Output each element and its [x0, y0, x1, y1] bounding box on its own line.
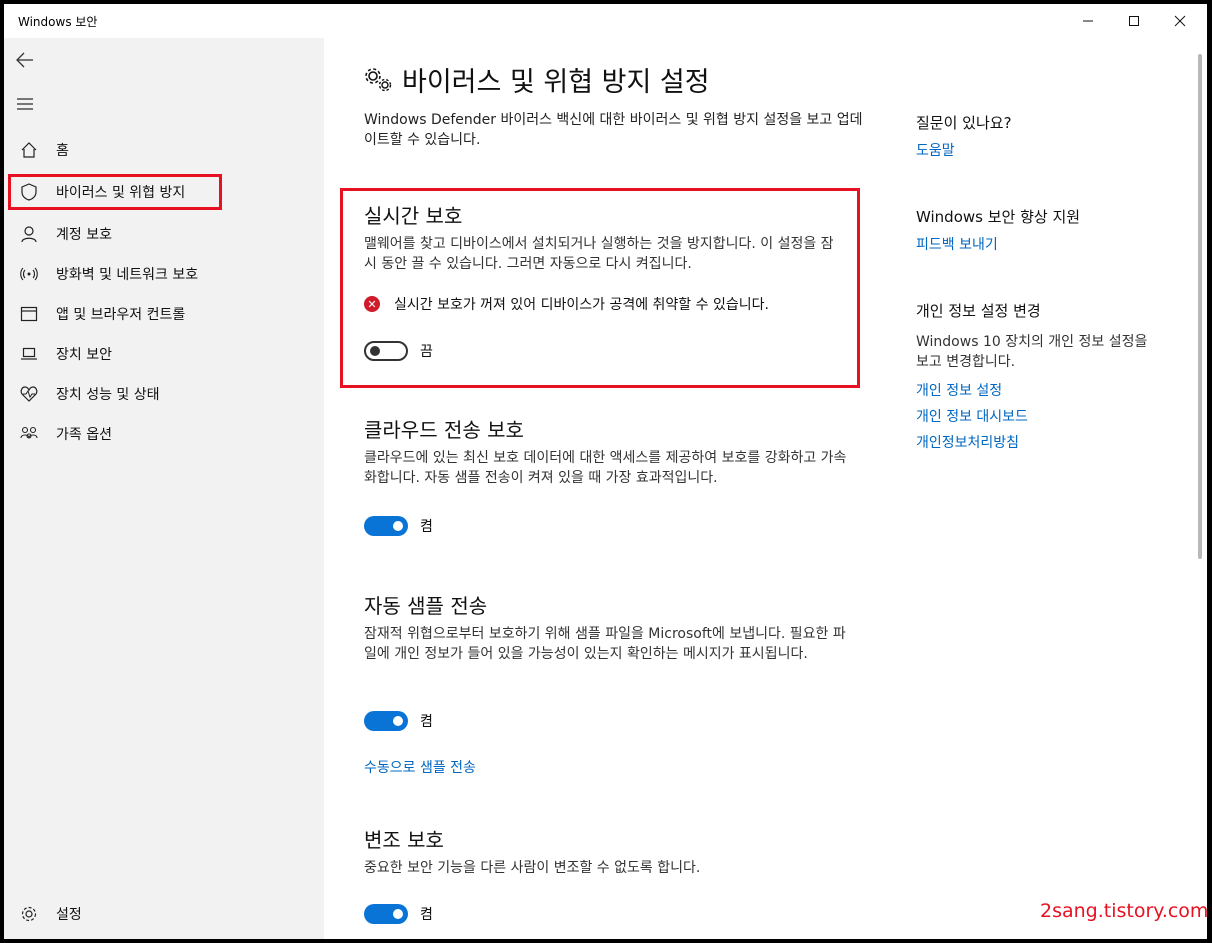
- gear-icon: [16, 905, 42, 923]
- sample-toggle-row: 켬: [364, 711, 433, 731]
- tamper-toggle[interactable]: [364, 904, 408, 924]
- laptop-icon: [16, 346, 42, 362]
- hamburger-icon: [17, 98, 33, 110]
- minimize-button[interactable]: [1065, 4, 1111, 38]
- sidebar-item-label: 설정: [56, 907, 82, 923]
- improve-heading: Windows 보안 향상 지원: [916, 208, 1081, 226]
- realtime-toggle-label: 끔: [420, 344, 433, 360]
- sidebar-item-device-security[interactable]: 장치 보안: [8, 336, 318, 372]
- back-arrow-icon: [16, 52, 33, 68]
- sample-description: 잠재적 위협으로부터 보호하기 위해 샘플 파일을 Microsoft에 보냅니…: [364, 626, 846, 662]
- windows-security-window: Windows 보안 홈 바이러스 및 위협 방지 계정 보호 방화벽 및 네트…: [4, 4, 1207, 939]
- minimize-icon: [1083, 20, 1093, 22]
- cloud-toggle[interactable]: [364, 516, 408, 536]
- page-title-text: 바이러스 및 위협 방지 설정: [402, 67, 710, 98]
- privacy-statement-link[interactable]: 개인정보처리방침: [916, 432, 1019, 452]
- page-description: Windows Defender 바이러스 백신에 대한 바이러스 및 위협 방…: [364, 112, 863, 148]
- shield-icon: [16, 182, 42, 202]
- tamper-toggle-label: 켬: [420, 907, 433, 923]
- realtime-toggle-row: 끔: [364, 341, 433, 361]
- sidebar-item-label: 바이러스 및 위협 방지: [56, 185, 186, 201]
- browser-window-icon: [16, 306, 42, 322]
- page-title: 바이러스 및 위협 방지 설정: [364, 60, 710, 99]
- tamper-description: 중요한 보안 기능을 다른 사람이 변조할 수 없도록 합니다.: [364, 860, 701, 876]
- cloud-toggle-label: 켬: [420, 519, 433, 535]
- sidebar-item-label: 장치 보안: [56, 347, 112, 363]
- hamburger-menu-button[interactable]: [13, 92, 37, 116]
- heart-pulse-icon: [16, 386, 42, 402]
- help-link[interactable]: 도움말: [916, 140, 955, 160]
- realtime-toggle[interactable]: [364, 341, 408, 361]
- sidebar-item-virus-protection[interactable]: 바이러스 및 위협 방지: [8, 174, 222, 210]
- sidebar-item-home[interactable]: 홈: [8, 132, 318, 168]
- realtime-warning: ✕ 실시간 보호가 꺼져 있어 디바이스가 공격에 취약할 수 있습니다.: [364, 294, 769, 314]
- sidebar-item-label: 방화벽 및 네트워크 보호: [56, 267, 199, 283]
- realtime-heading: 실시간 보호: [364, 204, 463, 228]
- family-icon: [16, 426, 42, 442]
- question-heading: 질문이 있나요?: [916, 114, 1012, 132]
- error-x-icon: ✕: [364, 296, 380, 312]
- sidebar-item-label: 장치 성능 및 상태: [56, 387, 160, 403]
- scrollbar[interactable]: [1198, 54, 1202, 559]
- sidebar-item-label: 가족 옵션: [56, 427, 112, 443]
- wireless-icon: [16, 265, 42, 283]
- sidebar-item-firewall[interactable]: 방화벽 및 네트워크 보호: [8, 256, 318, 292]
- settings-gears-icon: [365, 67, 392, 91]
- sidebar-item-label: 앱 및 브라우저 컨트롤: [56, 307, 186, 323]
- title-bar: Windows 보안: [4, 4, 1207, 38]
- manual-sample-link[interactable]: 수동으로 샘플 전송: [364, 757, 476, 777]
- privacy-heading: 개인 정보 설정 변경: [916, 302, 1041, 320]
- sidebar-item-family-options[interactable]: 가족 옵션: [8, 416, 318, 452]
- privacy-settings-link[interactable]: 개인 정보 설정: [916, 380, 1002, 400]
- sample-toggle-label: 켬: [420, 714, 433, 730]
- realtime-warning-text: 실시간 보호가 꺼져 있어 디바이스가 공격에 취약할 수 있습니다.: [394, 297, 769, 313]
- sidebar: 홈 바이러스 및 위협 방지 계정 보호 방화벽 및 네트워크 보호 앱 및 브…: [4, 38, 324, 939]
- realtime-description: 맬웨어를 찾고 디바이스에서 설치되거나 실행하는 것을 방지합니다. 이 설정…: [364, 236, 834, 272]
- maximize-icon: [1129, 16, 1139, 26]
- tamper-toggle-row: 켬: [364, 904, 433, 924]
- sidebar-item-app-browser-control[interactable]: 앱 및 브라우저 컨트롤: [8, 296, 318, 332]
- feedback-link[interactable]: 피드백 보내기: [916, 234, 998, 254]
- person-icon: [16, 225, 42, 243]
- sidebar-item-account-protection[interactable]: 계정 보호: [8, 216, 318, 252]
- home-icon: [16, 141, 42, 159]
- window-title: Windows 보안: [18, 15, 98, 29]
- sample-toggle[interactable]: [364, 711, 408, 731]
- sidebar-item-label: 계정 보호: [56, 227, 112, 243]
- cloud-toggle-row: 켬: [364, 516, 433, 536]
- maximize-button[interactable]: [1111, 4, 1157, 38]
- sidebar-item-settings[interactable]: 설정: [8, 896, 318, 932]
- privacy-text: Windows 10 장치의 개인 정보 설정을 보고 변경합니다.: [916, 334, 1148, 370]
- main-content: 바이러스 및 위협 방지 설정 Windows Defender 바이러스 백신…: [324, 38, 1195, 939]
- cloud-description: 클라우드에 있는 최신 보호 데이터에 대한 액세스를 제공하여 보호를 강화하…: [364, 450, 847, 486]
- close-icon: [1174, 15, 1186, 27]
- privacy-dashboard-link[interactable]: 개인 정보 대시보드: [916, 406, 1028, 426]
- watermark-text: 2sang.tistory.com: [1040, 900, 1209, 922]
- back-button[interactable]: [13, 48, 37, 72]
- tamper-heading: 변조 보호: [364, 828, 444, 852]
- sidebar-item-device-performance[interactable]: 장치 성능 및 상태: [8, 376, 318, 412]
- cloud-heading: 클라우드 전송 보호: [364, 418, 524, 442]
- sidebar-item-label: 홈: [56, 143, 69, 159]
- sample-heading: 자동 샘플 전송: [364, 594, 488, 618]
- close-button[interactable]: [1157, 4, 1203, 38]
